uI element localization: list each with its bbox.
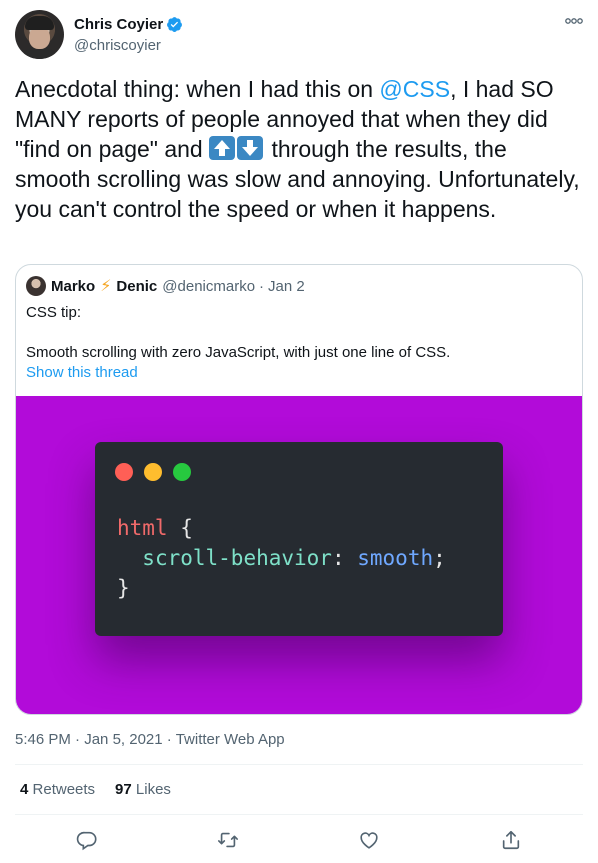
like-icon[interactable] bbox=[358, 829, 380, 851]
likes-label: Likes bbox=[135, 781, 171, 798]
divider bbox=[15, 764, 583, 765]
quoted-media-image[interactable]: html { scroll-behavior: smooth; } bbox=[16, 396, 582, 714]
quoted-author-avatar bbox=[26, 276, 46, 296]
quoted-text-line: CSS tip: bbox=[26, 304, 82, 321]
window-minimize-dot-icon bbox=[144, 463, 162, 481]
quoted-date: Jan 2 bbox=[268, 277, 305, 295]
quoted-author-first-name: Marko bbox=[51, 277, 96, 295]
code-snippet: html { scroll-behavior: smooth; } bbox=[117, 513, 446, 603]
quoted-tweet[interactable]: Marko ⚡ Denic @denicmarko · Jan 2 CSS ti… bbox=[15, 264, 583, 715]
down-arrow-emoji-icon bbox=[237, 136, 264, 160]
code-selector: html bbox=[117, 516, 168, 540]
meta-separator: · bbox=[162, 731, 176, 748]
quoted-separator: · bbox=[259, 277, 265, 295]
quoted-text-line: Smooth scrolling with zero JavaScript, w… bbox=[26, 344, 451, 361]
author-avatar[interactable] bbox=[15, 10, 64, 59]
tweet-stats: 4 Retweets 97 Likes bbox=[20, 781, 171, 798]
verified-badge-icon bbox=[167, 17, 183, 32]
code-property: scroll-behavior bbox=[142, 546, 332, 570]
quoted-tweet-header: Marko ⚡ Denic @denicmarko · Jan 2 bbox=[26, 276, 305, 296]
retweet-icon[interactable] bbox=[217, 829, 239, 851]
code-brace-open: { bbox=[167, 516, 193, 540]
tweet-text-part: Anecdotal thing: when I had this on bbox=[15, 76, 380, 102]
mention-link[interactable]: @CSS bbox=[379, 76, 450, 102]
window-close-dot-icon bbox=[115, 463, 133, 481]
code-value: smooth bbox=[357, 546, 434, 570]
quoted-author-last-name: Denic bbox=[116, 277, 158, 295]
lightning-emoji-icon: ⚡ bbox=[100, 278, 112, 295]
likes-count: 97 bbox=[115, 781, 132, 798]
author-name-row[interactable]: Chris Coyier bbox=[74, 16, 183, 33]
more-options-icon[interactable] bbox=[565, 14, 583, 28]
window-maximize-dot-icon bbox=[173, 463, 191, 481]
reply-icon[interactable] bbox=[76, 829, 98, 851]
show-thread-link[interactable]: Show this thread bbox=[26, 364, 138, 381]
tweet-actions bbox=[15, 825, 583, 855]
retweets-stat[interactable]: 4 Retweets bbox=[20, 781, 95, 798]
quoted-author-handle: @denicmarko bbox=[162, 277, 256, 295]
code-window: html { scroll-behavior: smooth; } bbox=[95, 442, 503, 636]
share-icon[interactable] bbox=[500, 829, 522, 851]
tweet-text: Anecdotal thing: when I had this on @CSS… bbox=[15, 74, 585, 224]
retweets-count: 4 bbox=[20, 781, 29, 798]
tweet-meta: 5:46 PM · Jan 5, 2021 · Twitter Web App bbox=[15, 731, 285, 748]
code-colon: : bbox=[331, 546, 358, 570]
tweet-date[interactable]: Jan 5, 2021 bbox=[84, 731, 162, 748]
likes-stat[interactable]: 97 Likes bbox=[115, 781, 171, 798]
code-semicolon: ; bbox=[433, 546, 446, 570]
code-brace-close: } bbox=[117, 576, 130, 600]
retweets-label: Retweets bbox=[32, 781, 96, 798]
author-display-name[interactable]: Chris Coyier bbox=[74, 16, 163, 33]
tweet-time[interactable]: 5:46 PM bbox=[15, 731, 71, 748]
tweet-source[interactable]: Twitter Web App bbox=[176, 731, 285, 748]
up-arrow-emoji-icon bbox=[209, 136, 236, 160]
divider bbox=[15, 814, 583, 815]
author-handle[interactable]: @chriscoyier bbox=[74, 37, 161, 54]
tweet-header: Chris Coyier @chriscoyier bbox=[15, 10, 583, 60]
meta-separator: · bbox=[70, 731, 85, 748]
